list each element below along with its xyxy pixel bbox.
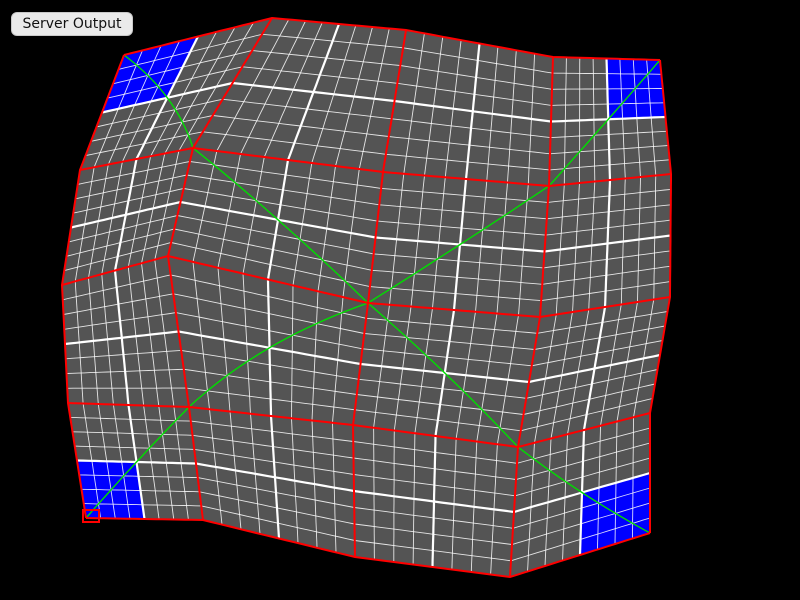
warp-editor: Server Output (0, 0, 800, 600)
warp-mesh-canvas[interactable] (0, 0, 800, 600)
server-output-button[interactable]: Server Output (11, 12, 133, 36)
